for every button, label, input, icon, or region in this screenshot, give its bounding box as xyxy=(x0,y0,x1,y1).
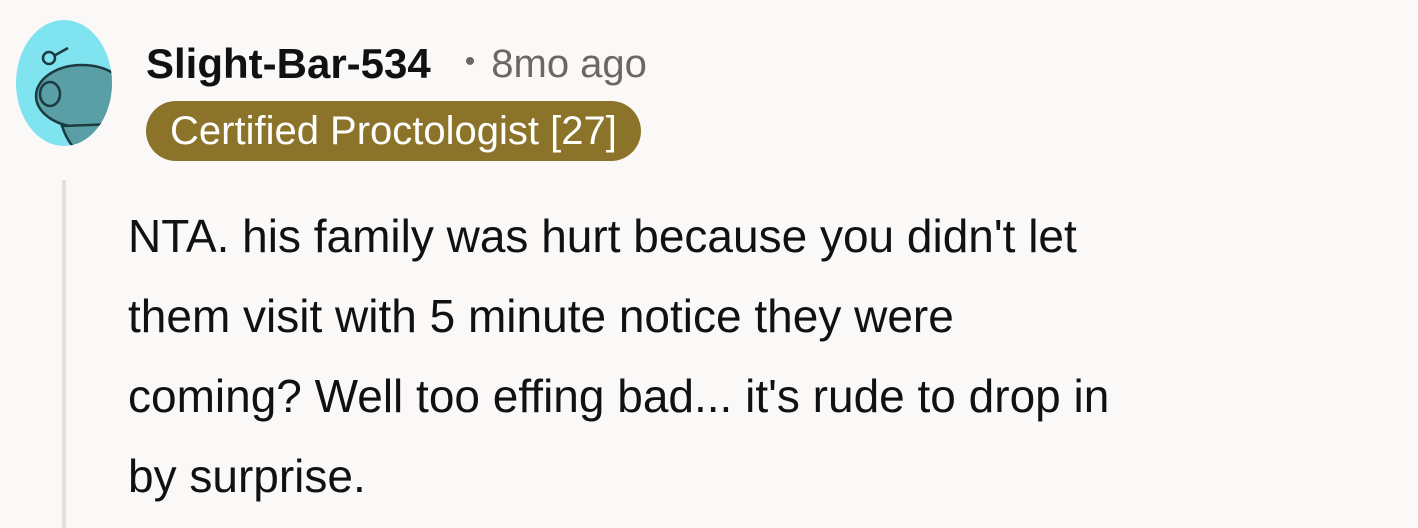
user-flair-badge: Certified Proctologist [27] xyxy=(146,101,641,161)
meta-separator: • xyxy=(464,45,476,78)
comment-body-line: by surprise. xyxy=(128,450,366,502)
comment-body: NTA. his family was hurt because you did… xyxy=(128,196,1398,516)
snoo-avatar-icon xyxy=(16,20,112,146)
comment-body-line: NTA. his family was hurt because you did… xyxy=(128,210,1077,262)
comment-header: Slight-Bar-534 • 8mo ago xyxy=(146,40,647,88)
username-link[interactable]: Slight-Bar-534 xyxy=(146,40,431,88)
comment-timestamp[interactable]: 8mo ago xyxy=(491,42,647,87)
thread-line[interactable] xyxy=(62,180,66,528)
comment-body-line: them visit with 5 minute notice they wer… xyxy=(128,290,954,342)
user-avatar[interactable] xyxy=(16,20,112,146)
comment-body-line: coming? Well too effing bad... it's rude… xyxy=(128,370,1110,422)
